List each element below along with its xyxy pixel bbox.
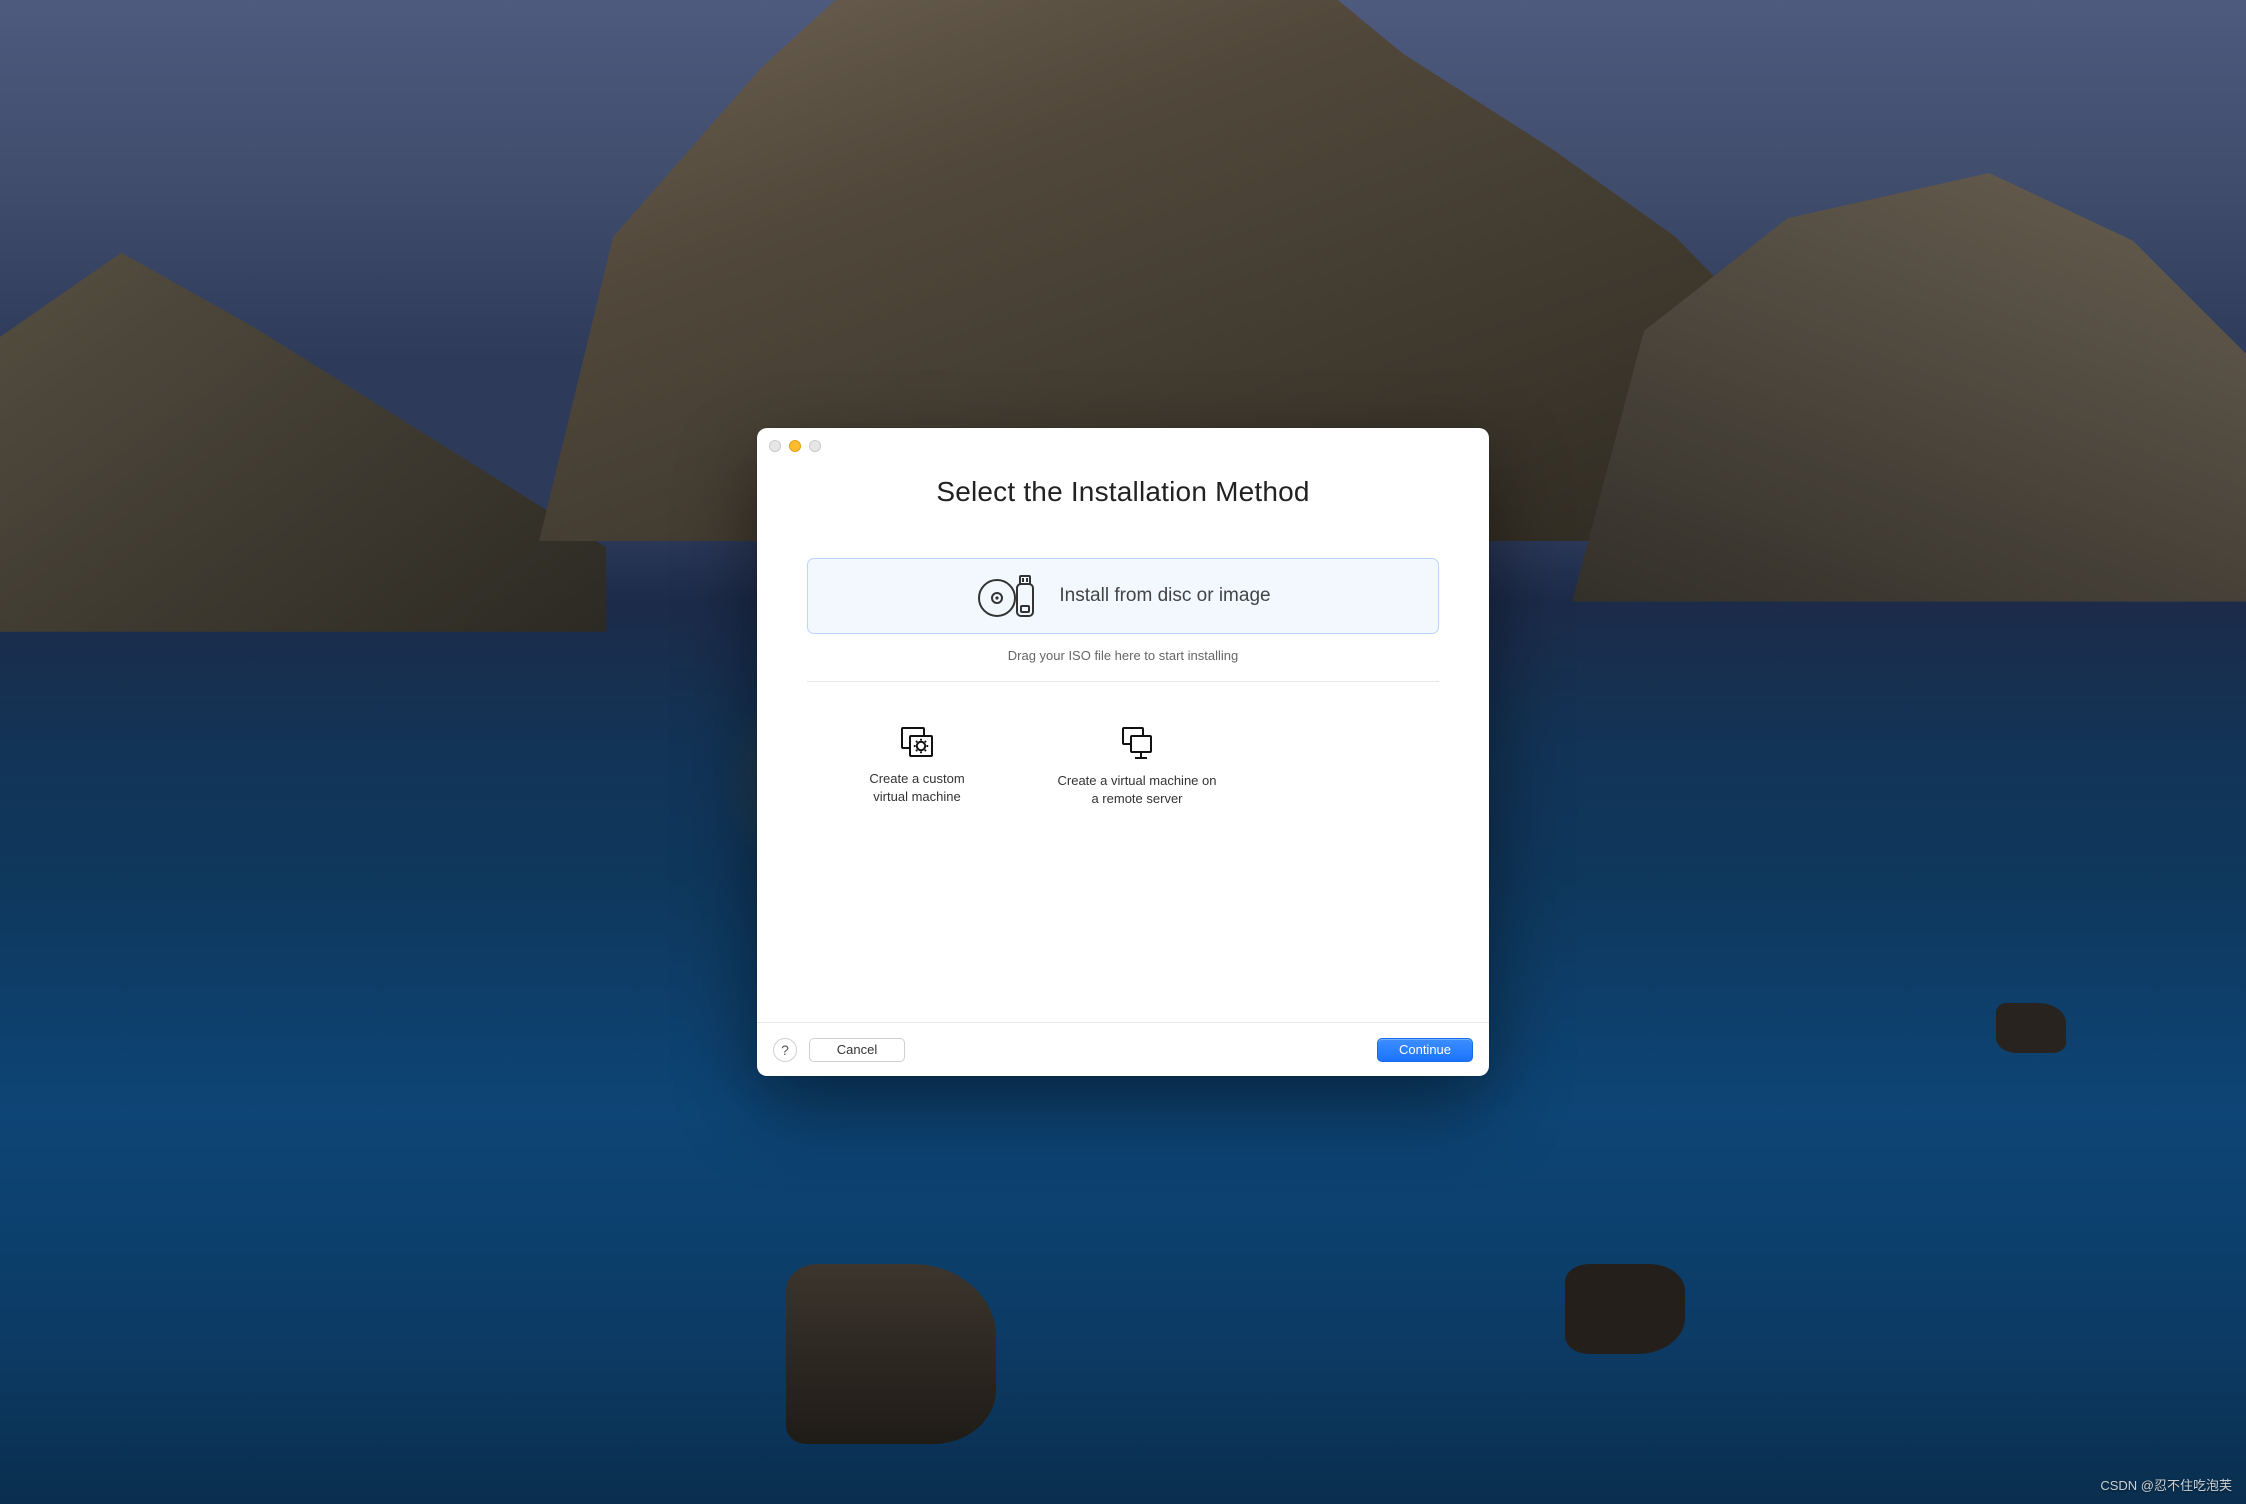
install-from-disc-label: Install from disc or image	[1059, 585, 1270, 607]
disc-usb-icon	[975, 572, 1041, 620]
create-custom-vm-label: Create a custom virtual machine	[869, 770, 964, 805]
remote-vm-icon	[1119, 726, 1155, 762]
window-close-button[interactable]	[769, 440, 781, 452]
wallpaper-rock	[1996, 1003, 2066, 1053]
secondary-options-row: Create a custom virtual machine Create a…	[807, 722, 1439, 811]
window-zoom-button[interactable]	[809, 440, 821, 452]
help-button[interactable]: ?	[773, 1038, 797, 1062]
installation-method-dialog: Select the Installation Method Install f…	[757, 428, 1489, 1076]
create-custom-vm-option[interactable]: Create a custom virtual machine	[807, 722, 1027, 811]
wallpaper-rock	[786, 1264, 996, 1444]
create-remote-vm-label: Create a virtual machine on a remote ser…	[1058, 772, 1217, 807]
section-divider	[807, 681, 1439, 682]
dialog-content: Select the Installation Method Install f…	[757, 464, 1489, 1022]
drag-iso-hint: Drag your ISO file here to start install…	[1008, 648, 1239, 663]
custom-vm-icon	[899, 726, 935, 760]
cancel-button[interactable]: Cancel	[809, 1038, 905, 1062]
dialog-title: Select the Installation Method	[936, 476, 1309, 508]
window-minimize-button[interactable]	[789, 440, 801, 452]
watermark-text: CSDN @忍不住吃泡芙	[2100, 1475, 2232, 1494]
wallpaper-rock	[1565, 1264, 1685, 1354]
install-from-disc-option[interactable]: Install from disc or image	[807, 558, 1439, 634]
continue-button[interactable]: Continue	[1377, 1038, 1473, 1062]
create-remote-vm-option[interactable]: Create a virtual machine on a remote ser…	[1027, 722, 1247, 811]
window-titlebar	[757, 428, 1489, 464]
dialog-footer: ? Cancel Continue	[757, 1022, 1489, 1076]
help-icon: ?	[781, 1042, 789, 1058]
